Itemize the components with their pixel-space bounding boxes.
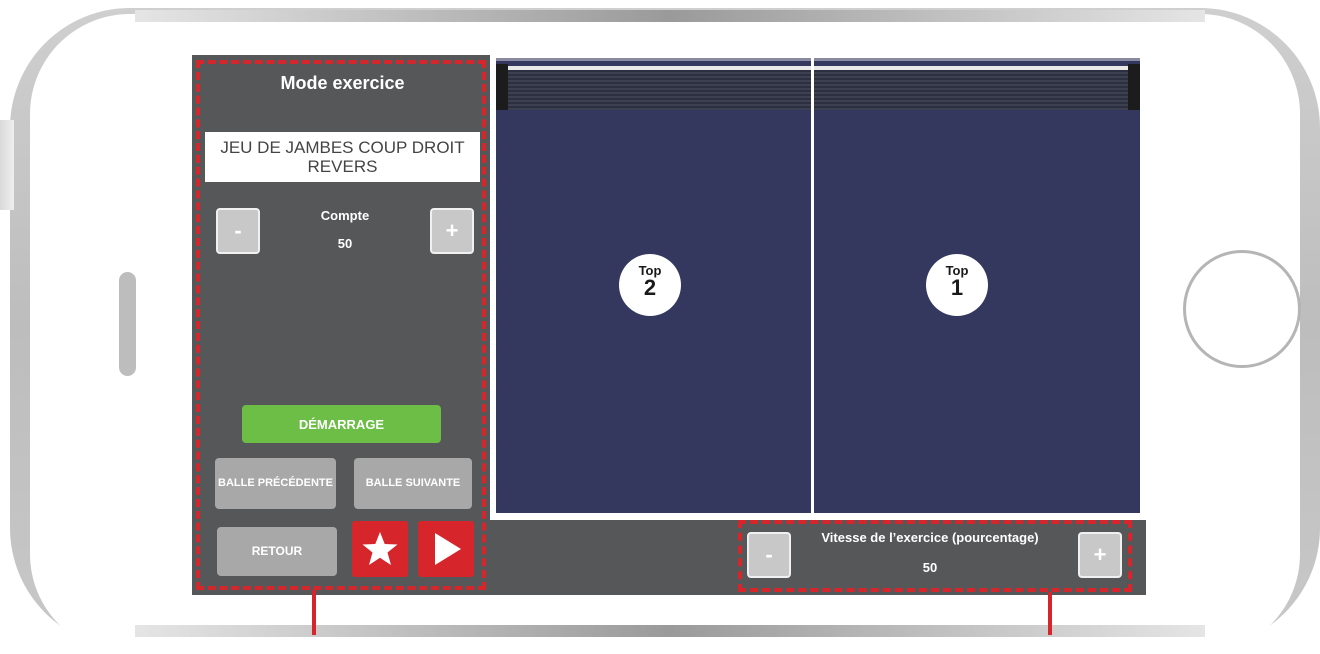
net-post-right — [1128, 64, 1140, 110]
play-button[interactable] — [418, 521, 474, 577]
drill-name: JEU DE JAMBES COUP DROIT REVERS — [205, 132, 480, 182]
table-center-line — [811, 58, 814, 513]
count-increase-button[interactable]: + — [430, 208, 474, 254]
back-button[interactable]: RETOUR — [217, 527, 337, 576]
phone-bezel-top — [135, 10, 1205, 22]
phone-edge — [0, 120, 14, 210]
phone-bezel-bottom — [135, 625, 1205, 637]
count-label: Compte — [320, 208, 370, 223]
count-value: 50 — [337, 236, 353, 251]
play-icon — [435, 533, 461, 565]
table-net — [496, 68, 1140, 110]
table-edge-line — [496, 58, 1140, 61]
count-decrease-button[interactable]: - — [216, 208, 260, 254]
phone-side-button[interactable] — [119, 272, 136, 376]
net-post-left — [496, 64, 508, 110]
callout-line-left — [312, 590, 316, 635]
ping-pong-table — [496, 58, 1140, 513]
speed-value: 50 — [922, 560, 938, 575]
zone-number: 2 — [643, 275, 657, 300]
favorite-button[interactable] — [352, 521, 408, 577]
speed-increase-button[interactable]: + — [1078, 532, 1122, 578]
zone-number: 1 — [950, 275, 964, 300]
next-ball-button[interactable]: BALLE SUIVANTE — [354, 458, 472, 509]
start-button[interactable]: DÉMARRAGE — [242, 405, 441, 443]
panel-title: Mode exercice — [280, 73, 405, 93]
target-zone-top-1[interactable]: Top 1 — [926, 254, 988, 316]
speed-label: Vitesse de l’exercice (pourcentage) — [821, 530, 1039, 545]
star-icon — [362, 532, 398, 565]
phone-home-button[interactable] — [1183, 250, 1301, 368]
net-top-band — [496, 66, 1140, 70]
target-zone-top-2[interactable]: Top 2 — [619, 254, 681, 316]
speed-decrease-button[interactable]: - — [747, 532, 791, 578]
previous-ball-button[interactable]: BALLE PRÉCÉDENTE — [215, 458, 336, 509]
callout-line-right — [1048, 592, 1052, 635]
